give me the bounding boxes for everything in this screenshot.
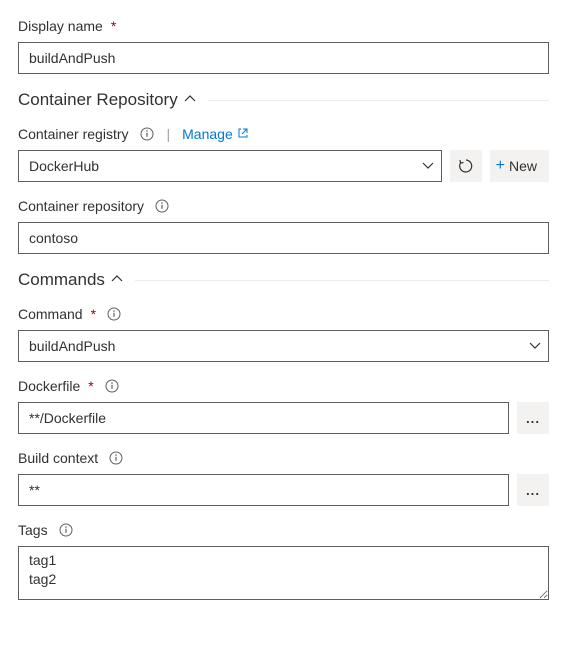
- command-select[interactable]: [18, 330, 549, 362]
- build-context-label: Build context: [18, 450, 98, 466]
- refresh-button[interactable]: [450, 150, 482, 182]
- separator: |: [167, 126, 171, 142]
- plus-icon: +: [496, 157, 505, 175]
- tags-label: Tags: [18, 522, 48, 538]
- manage-link[interactable]: Manage: [182, 126, 249, 142]
- info-icon[interactable]: [104, 378, 120, 394]
- required-asterisk: *: [111, 18, 116, 34]
- container-registry-label: Container registry: [18, 126, 129, 142]
- section-divider: [208, 100, 549, 101]
- container-registry-select[interactable]: [18, 150, 442, 182]
- command-label: Command: [18, 306, 83, 322]
- info-icon[interactable]: [139, 126, 155, 142]
- required-asterisk: *: [91, 306, 96, 322]
- section-title: Container Repository: [18, 90, 178, 110]
- build-context-input[interactable]: [18, 474, 509, 506]
- section-container-repository[interactable]: Container Repository: [18, 90, 549, 110]
- browse-button[interactable]: ...: [517, 474, 549, 506]
- dockerfile-label: Dockerfile: [18, 378, 80, 394]
- info-icon[interactable]: [154, 198, 170, 214]
- dockerfile-input[interactable]: [18, 402, 509, 434]
- refresh-icon: [458, 158, 474, 174]
- required-asterisk: *: [88, 378, 93, 394]
- chevron-up-icon: [111, 272, 123, 288]
- section-commands[interactable]: Commands: [18, 270, 549, 290]
- new-button[interactable]: + New: [490, 150, 549, 182]
- chevron-up-icon: [184, 92, 196, 108]
- info-icon[interactable]: [106, 306, 122, 322]
- display-name-input[interactable]: [18, 42, 549, 74]
- container-repo-label: Container repository: [18, 198, 144, 214]
- tags-textarea[interactable]: [18, 546, 549, 600]
- external-link-icon: [237, 126, 249, 142]
- new-button-label: New: [509, 158, 537, 174]
- info-icon[interactable]: [108, 450, 124, 466]
- section-divider: [135, 280, 549, 281]
- section-title: Commands: [18, 270, 105, 290]
- browse-button[interactable]: ...: [517, 402, 549, 434]
- container-repo-input[interactable]: [18, 222, 549, 254]
- manage-link-text: Manage: [182, 126, 233, 142]
- info-icon[interactable]: [58, 522, 74, 538]
- display-name-label: Display name: [18, 18, 103, 34]
